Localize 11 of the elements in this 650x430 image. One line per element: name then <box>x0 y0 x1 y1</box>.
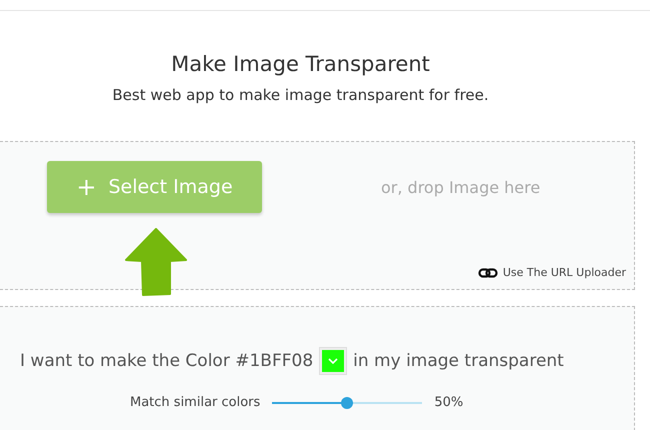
up-arrow-icon <box>124 228 188 296</box>
page-title: Make Image Transparent <box>170 51 431 77</box>
chevron-down-icon <box>327 357 340 365</box>
link-icon <box>478 268 498 278</box>
drop-hint: or, drop Image here <box>381 178 540 196</box>
slider-label: Match similar colors <box>130 395 260 410</box>
page-subtitle: Best web app to make image transparent for free. <box>111 85 490 105</box>
url-uploader-link[interactable]: Use The URL Uploader <box>478 266 626 279</box>
slider-value: 50% <box>434 395 464 410</box>
color-sentence-start: I want to make the Color #1BFF08 <box>20 351 314 371</box>
color-sentence-end: in my image transparent <box>353 351 564 371</box>
